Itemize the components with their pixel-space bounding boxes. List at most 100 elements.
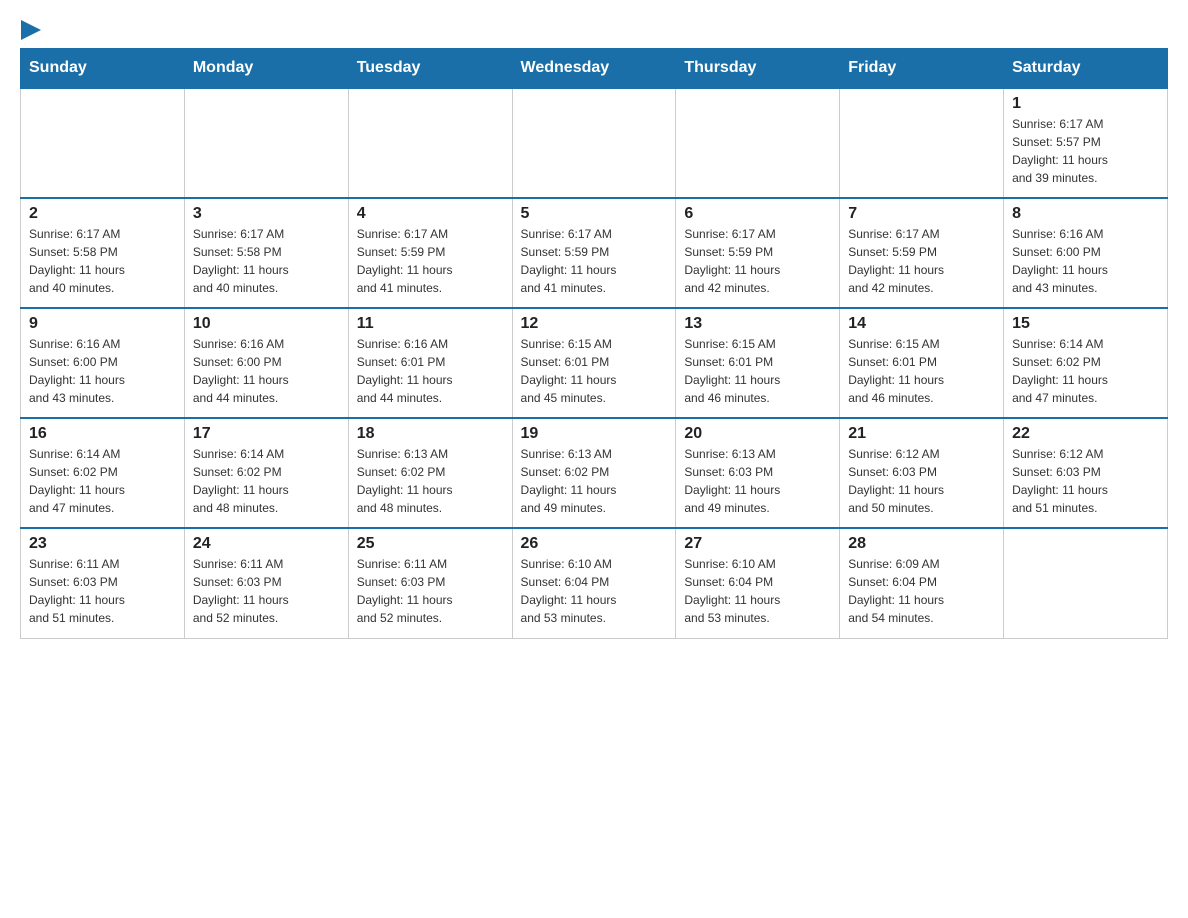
calendar-cell: 5 Sunrise: 6:17 AM Sunset: 5:59 PM Daylig… bbox=[512, 198, 676, 308]
day-info: Sunrise: 6:16 AM Sunset: 6:00 PM Dayligh… bbox=[193, 335, 340, 407]
calendar-cell: 26Sunrise: 6:10 AM Sunset: 6:04 PM Dayli… bbox=[512, 528, 676, 638]
calendar-cell: 19 Sunrise: 6:13 AM Sunset: 6:02 PM Dayli… bbox=[512, 418, 676, 528]
calendar-header-tuesday: Tuesday bbox=[348, 49, 512, 89]
day-number: 28 bbox=[848, 535, 995, 553]
day-info: Sunrise: 6:17 AM Sunset: 5:59 PM Dayligh… bbox=[684, 225, 831, 297]
day-info: Sunrise: 6:14 AM Sunset: 6:02 PM Dayligh… bbox=[1012, 335, 1159, 407]
calendar-week-row: 23 Sunrise: 6:11 AM Sunset: 6:03 PM Dayli… bbox=[21, 528, 1168, 638]
day-info: Sunrise: 6:15 AM Sunset: 6:01 PM Dayligh… bbox=[684, 335, 831, 407]
calendar-cell: 14 Sunrise: 6:15 AM Sunset: 6:01 PM Dayli… bbox=[840, 308, 1004, 418]
day-number: 2 bbox=[29, 205, 176, 223]
calendar-cell: 9 Sunrise: 6:16 AM Sunset: 6:00 PM Daylig… bbox=[21, 308, 185, 418]
calendar-week-row: 2 Sunrise: 6:17 AM Sunset: 5:58 PM Daylig… bbox=[21, 198, 1168, 308]
logo-arrow-icon bbox=[21, 20, 41, 40]
day-info: Sunrise: 6:09 AM Sunset: 6:04 PM Dayligh… bbox=[848, 555, 995, 627]
day-number: 5 bbox=[521, 205, 668, 223]
calendar-cell bbox=[512, 88, 676, 198]
calendar-cell: 8Sunrise: 6:16 AM Sunset: 6:00 PM Daylig… bbox=[1004, 198, 1168, 308]
day-number: 7 bbox=[848, 205, 995, 223]
calendar-week-row: 9 Sunrise: 6:16 AM Sunset: 6:00 PM Daylig… bbox=[21, 308, 1168, 418]
calendar-cell: 3 Sunrise: 6:17 AM Sunset: 5:58 PM Daylig… bbox=[184, 198, 348, 308]
calendar-cell bbox=[348, 88, 512, 198]
day-number: 21 bbox=[848, 425, 995, 443]
calendar-week-row: 1 Sunrise: 6:17 AM Sunset: 5:57 PM Daylig… bbox=[21, 88, 1168, 198]
calendar-cell: 6 Sunrise: 6:17 AM Sunset: 5:59 PM Daylig… bbox=[676, 198, 840, 308]
day-number: 8 bbox=[1012, 205, 1159, 223]
day-info: Sunrise: 6:17 AM Sunset: 5:57 PM Dayligh… bbox=[1012, 115, 1159, 187]
calendar-cell bbox=[1004, 528, 1168, 638]
day-number: 23 bbox=[29, 535, 176, 553]
logo bbox=[20, 20, 41, 38]
day-info: Sunrise: 6:16 AM Sunset: 6:00 PM Dayligh… bbox=[29, 335, 176, 407]
day-number: 10 bbox=[193, 315, 340, 333]
calendar-cell: 10 Sunrise: 6:16 AM Sunset: 6:00 PM Dayli… bbox=[184, 308, 348, 418]
day-info: Sunrise: 6:15 AM Sunset: 6:01 PM Dayligh… bbox=[848, 335, 995, 407]
calendar-cell bbox=[676, 88, 840, 198]
day-number: 22 bbox=[1012, 425, 1159, 443]
day-info: Sunrise: 6:15 AM Sunset: 6:01 PM Dayligh… bbox=[521, 335, 668, 407]
calendar-cell bbox=[21, 88, 185, 198]
day-info: Sunrise: 6:12 AM Sunset: 6:03 PM Dayligh… bbox=[848, 445, 995, 517]
day-number: 4 bbox=[357, 205, 504, 223]
day-info: Sunrise: 6:17 AM Sunset: 5:58 PM Dayligh… bbox=[193, 225, 340, 297]
day-number: 19 bbox=[521, 425, 668, 443]
calendar-header-monday: Monday bbox=[184, 49, 348, 89]
day-number: 14 bbox=[848, 315, 995, 333]
calendar-cell: 27Sunrise: 6:10 AM Sunset: 6:04 PM Dayli… bbox=[676, 528, 840, 638]
day-number: 18 bbox=[357, 425, 504, 443]
day-info: Sunrise: 6:16 AM Sunset: 6:01 PM Dayligh… bbox=[357, 335, 504, 407]
calendar-cell: 11 Sunrise: 6:16 AM Sunset: 6:01 PM Dayli… bbox=[348, 308, 512, 418]
day-number: 17 bbox=[193, 425, 340, 443]
calendar-cell: 25 Sunrise: 6:11 AM Sunset: 6:03 PM Dayli… bbox=[348, 528, 512, 638]
calendar-header-saturday: Saturday bbox=[1004, 49, 1168, 89]
day-info: Sunrise: 6:14 AM Sunset: 6:02 PM Dayligh… bbox=[29, 445, 176, 517]
day-number: 27 bbox=[684, 535, 831, 553]
day-number: 25 bbox=[357, 535, 504, 553]
calendar-cell: 16 Sunrise: 6:14 AM Sunset: 6:02 PM Dayli… bbox=[21, 418, 185, 528]
calendar-cell bbox=[184, 88, 348, 198]
day-number: 1 bbox=[1012, 95, 1159, 113]
calendar-cell: 2 Sunrise: 6:17 AM Sunset: 5:58 PM Daylig… bbox=[21, 198, 185, 308]
calendar-table: SundayMondayTuesdayWednesdayThursdayFrid… bbox=[20, 48, 1168, 639]
calendar-header-thursday: Thursday bbox=[676, 49, 840, 89]
day-info: Sunrise: 6:14 AM Sunset: 6:02 PM Dayligh… bbox=[193, 445, 340, 517]
calendar-header-sunday: Sunday bbox=[21, 49, 185, 89]
day-info: Sunrise: 6:13 AM Sunset: 6:02 PM Dayligh… bbox=[521, 445, 668, 517]
day-number: 20 bbox=[684, 425, 831, 443]
day-number: 16 bbox=[29, 425, 176, 443]
day-number: 24 bbox=[193, 535, 340, 553]
calendar-cell: 18Sunrise: 6:13 AM Sunset: 6:02 PM Dayli… bbox=[348, 418, 512, 528]
calendar-cell: 23 Sunrise: 6:11 AM Sunset: 6:03 PM Dayli… bbox=[21, 528, 185, 638]
day-number: 6 bbox=[684, 205, 831, 223]
day-number: 12 bbox=[521, 315, 668, 333]
day-info: Sunrise: 6:17 AM Sunset: 5:59 PM Dayligh… bbox=[848, 225, 995, 297]
calendar-cell: 28 Sunrise: 6:09 AM Sunset: 6:04 PM Dayli… bbox=[840, 528, 1004, 638]
day-info: Sunrise: 6:17 AM Sunset: 5:58 PM Dayligh… bbox=[29, 225, 176, 297]
calendar-cell: 7 Sunrise: 6:17 AM Sunset: 5:59 PM Daylig… bbox=[840, 198, 1004, 308]
calendar-cell: 22 Sunrise: 6:12 AM Sunset: 6:03 PM Dayli… bbox=[1004, 418, 1168, 528]
day-info: Sunrise: 6:13 AM Sunset: 6:03 PM Dayligh… bbox=[684, 445, 831, 517]
day-number: 15 bbox=[1012, 315, 1159, 333]
day-info: Sunrise: 6:11 AM Sunset: 6:03 PM Dayligh… bbox=[357, 555, 504, 627]
day-number: 11 bbox=[357, 315, 504, 333]
day-info: Sunrise: 6:12 AM Sunset: 6:03 PM Dayligh… bbox=[1012, 445, 1159, 517]
calendar-cell: 4 Sunrise: 6:17 AM Sunset: 5:59 PM Daylig… bbox=[348, 198, 512, 308]
calendar-header-wednesday: Wednesday bbox=[512, 49, 676, 89]
calendar-cell: 13Sunrise: 6:15 AM Sunset: 6:01 PM Dayli… bbox=[676, 308, 840, 418]
calendar-cell: 21 Sunrise: 6:12 AM Sunset: 6:03 PM Dayli… bbox=[840, 418, 1004, 528]
calendar-cell: 17 Sunrise: 6:14 AM Sunset: 6:02 PM Dayli… bbox=[184, 418, 348, 528]
calendar-cell: 15 Sunrise: 6:14 AM Sunset: 6:02 PM Dayli… bbox=[1004, 308, 1168, 418]
calendar-week-row: 16 Sunrise: 6:14 AM Sunset: 6:02 PM Dayli… bbox=[21, 418, 1168, 528]
day-number: 26 bbox=[521, 535, 668, 553]
calendar-cell: 20 Sunrise: 6:13 AM Sunset: 6:03 PM Dayli… bbox=[676, 418, 840, 528]
day-number: 9 bbox=[29, 315, 176, 333]
calendar-header-friday: Friday bbox=[840, 49, 1004, 89]
day-info: Sunrise: 6:17 AM Sunset: 5:59 PM Dayligh… bbox=[521, 225, 668, 297]
calendar-cell: 24 Sunrise: 6:11 AM Sunset: 6:03 PM Dayli… bbox=[184, 528, 348, 638]
day-info: Sunrise: 6:11 AM Sunset: 6:03 PM Dayligh… bbox=[193, 555, 340, 627]
day-info: Sunrise: 6:11 AM Sunset: 6:03 PM Dayligh… bbox=[29, 555, 176, 627]
calendar-header-row: SundayMondayTuesdayWednesdayThursdayFrid… bbox=[21, 49, 1168, 89]
day-number: 3 bbox=[193, 205, 340, 223]
day-info: Sunrise: 6:17 AM Sunset: 5:59 PM Dayligh… bbox=[357, 225, 504, 297]
calendar-cell: 12 Sunrise: 6:15 AM Sunset: 6:01 PM Dayli… bbox=[512, 308, 676, 418]
